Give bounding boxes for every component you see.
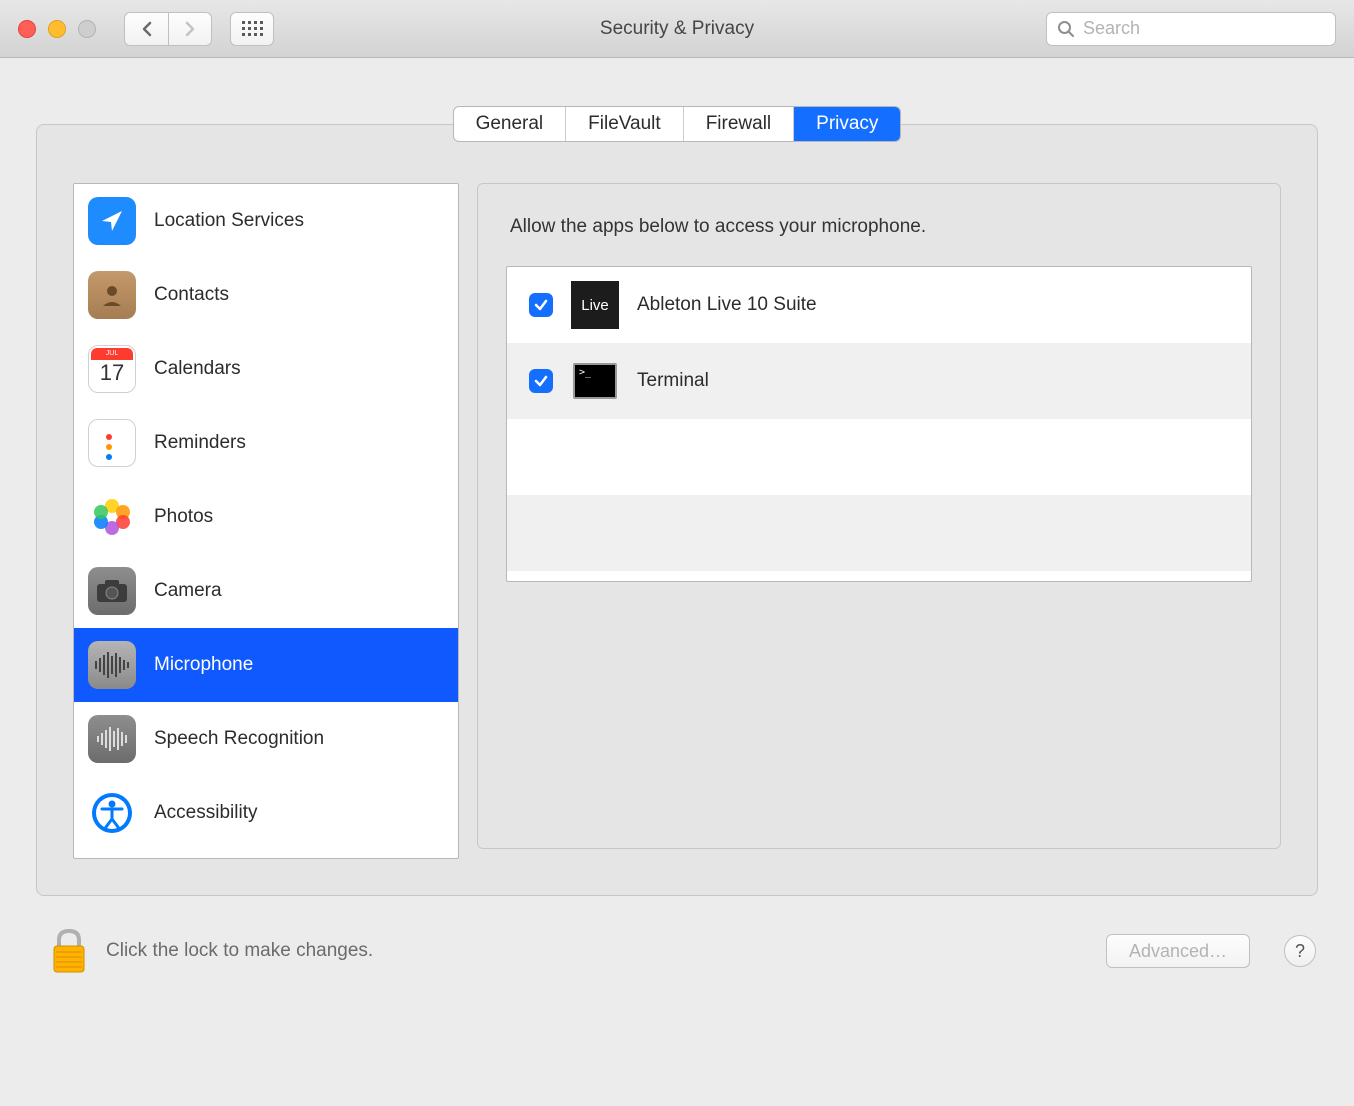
search-box[interactable] (1046, 12, 1336, 46)
sidebar-item-label: Camera (154, 580, 222, 602)
advanced-button[interactable]: Advanced… (1106, 934, 1250, 968)
accessibility-icon (88, 789, 136, 837)
photos-icon (88, 493, 136, 541)
show-all-button[interactable] (230, 12, 274, 46)
lock-hint-text: Click the lock to make changes. (106, 940, 373, 962)
app-row-terminal[interactable]: Terminal (507, 343, 1251, 419)
ableton-live-icon: Live (571, 281, 619, 329)
speech-recognition-icon (88, 715, 136, 763)
microphone-icon (88, 641, 136, 689)
main-panel: Location Services Contacts JUL 17 Calend… (36, 124, 1318, 896)
checkmark-icon (534, 298, 548, 312)
tab-privacy[interactable]: Privacy (794, 107, 900, 141)
sidebar-item-contacts[interactable]: Contacts (74, 258, 458, 332)
footer: Click the lock to make changes. Advanced… (0, 896, 1354, 976)
calendar-month-label: JUL (91, 348, 133, 360)
checkbox-ableton-live[interactable] (529, 293, 553, 317)
sidebar-item-label: Reminders (154, 432, 246, 454)
camera-icon (88, 567, 136, 615)
forward-button (168, 12, 212, 46)
app-list: Live Ableton Live 10 Suite Terminal (506, 266, 1252, 582)
sidebar-item-calendars[interactable]: JUL 17 Calendars (74, 332, 458, 406)
lock-icon[interactable] (48, 926, 90, 976)
grid-icon (242, 21, 263, 36)
tab-filevault[interactable]: FileVault (566, 107, 684, 141)
sidebar-item-photos[interactable]: Photos (74, 480, 458, 554)
window-title: Security & Privacy (600, 18, 754, 40)
calendar-icon: JUL 17 (88, 345, 136, 393)
sidebar-item-label: Location Services (154, 210, 304, 232)
window-controls (18, 20, 96, 38)
tab-firewall[interactable]: Firewall (684, 107, 794, 141)
privacy-category-sidebar: Location Services Contacts JUL 17 Calend… (73, 183, 459, 859)
close-window-button[interactable] (18, 20, 36, 38)
calendar-day-label: 17 (89, 360, 135, 386)
chevron-left-icon (141, 21, 153, 37)
detail-heading: Allow the apps below to access your micr… (510, 216, 1252, 238)
terminal-icon (571, 357, 619, 405)
sidebar-item-label: Contacts (154, 284, 229, 306)
sidebar-item-label: Photos (154, 506, 213, 528)
tab-general[interactable]: General (454, 107, 567, 141)
app-row-ableton-live[interactable]: Live Ableton Live 10 Suite (507, 267, 1251, 343)
nav-buttons (124, 12, 212, 46)
sidebar-item-reminders[interactable]: Reminders (74, 406, 458, 480)
contacts-icon (88, 271, 136, 319)
sidebar-item-label: Speech Recognition (154, 728, 324, 750)
sidebar-item-camera[interactable]: Camera (74, 554, 458, 628)
content-area: General FileVault Firewall Privacy Locat… (0, 106, 1354, 976)
sidebar-item-label: Accessibility (154, 802, 257, 824)
checkbox-terminal[interactable] (529, 369, 553, 393)
sidebar-item-location-services[interactable]: Location Services (74, 184, 458, 258)
sidebar-item-label: Calendars (154, 358, 241, 380)
search-input[interactable] (1083, 18, 1325, 39)
reminders-icon (88, 419, 136, 467)
sidebar-item-microphone[interactable]: Microphone (74, 628, 458, 702)
help-button[interactable]: ? (1284, 935, 1316, 967)
app-name-label: Ableton Live 10 Suite (637, 294, 817, 316)
app-row-empty (507, 419, 1251, 495)
app-row-empty (507, 495, 1251, 571)
tabs-container: General FileVault Firewall Privacy (0, 106, 1354, 142)
detail-pane: Allow the apps below to access your micr… (477, 183, 1281, 849)
location-icon (88, 197, 136, 245)
sidebar-item-label: Microphone (154, 654, 253, 676)
back-button[interactable] (124, 12, 168, 46)
zoom-window-button (78, 20, 96, 38)
chevron-right-icon (184, 21, 196, 37)
tabs: General FileVault Firewall Privacy (453, 106, 902, 142)
app-name-label: Terminal (637, 370, 709, 392)
minimize-window-button[interactable] (48, 20, 66, 38)
checkmark-icon (534, 374, 548, 388)
sidebar-item-speech-recognition[interactable]: Speech Recognition (74, 702, 458, 776)
titlebar: Security & Privacy (0, 0, 1354, 58)
sidebar-item-accessibility[interactable]: Accessibility (74, 776, 458, 850)
search-icon (1057, 20, 1075, 38)
